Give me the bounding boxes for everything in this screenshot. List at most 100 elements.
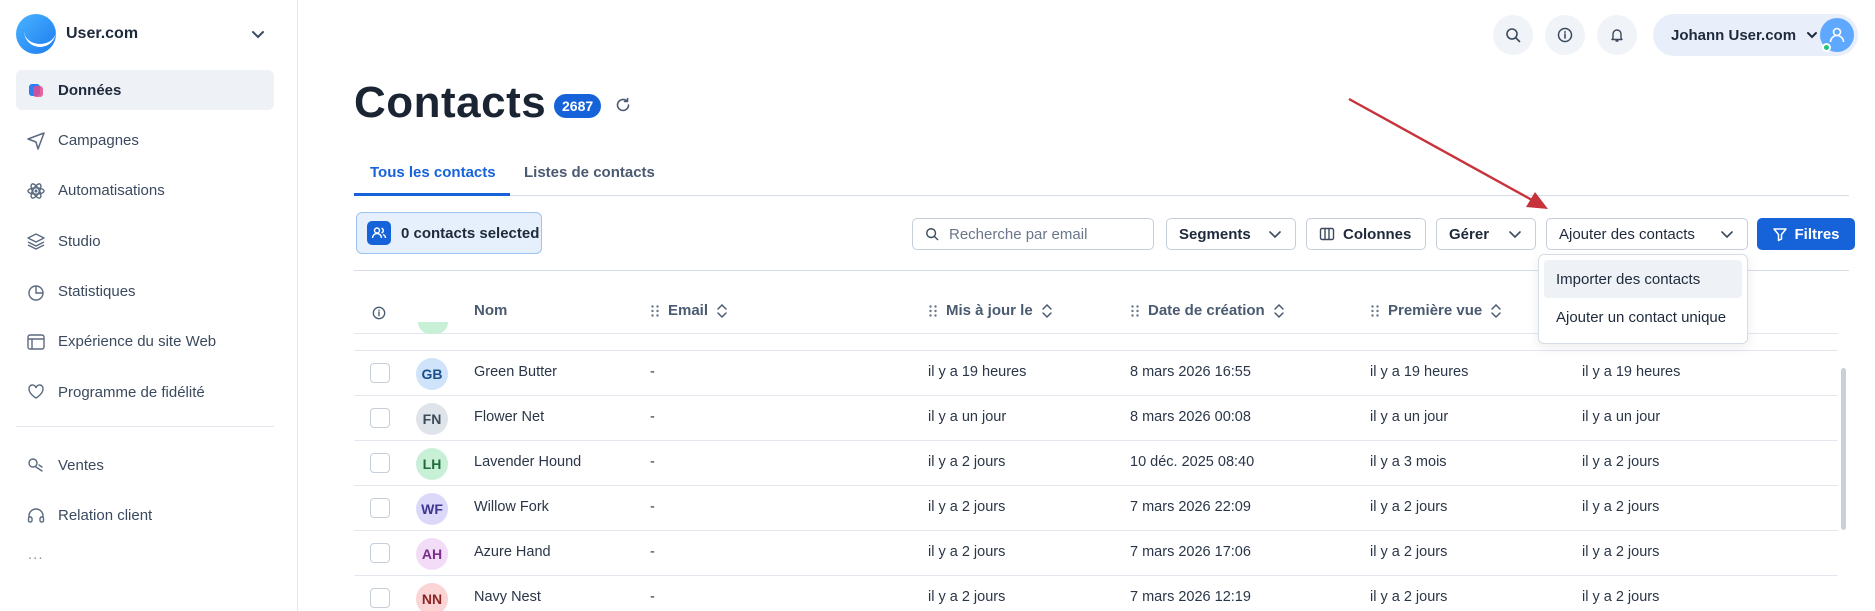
columns-button[interactable]: Colonnes	[1306, 218, 1426, 250]
contact-email: -	[650, 409, 655, 425]
row-checkbox[interactable]	[370, 588, 390, 608]
info-button[interactable]	[1545, 15, 1585, 55]
chevron-down-icon	[1721, 231, 1733, 239]
sidebar-item-campagnes[interactable]: Campagnes	[16, 120, 274, 160]
contact-created: 7 mars 2026 22:09	[1130, 499, 1251, 515]
sort-icon[interactable]	[1041, 303, 1053, 319]
contact-name[interactable]: Lavender Hound	[474, 454, 581, 470]
column-header-label: Email	[668, 302, 709, 319]
workspace-switcher[interactable]: User.com	[16, 14, 276, 54]
contact-email: -	[650, 589, 655, 605]
tab-listes-de-contacts[interactable]: Listes de contacts	[524, 164, 655, 181]
table-row[interactable]: GB Green Butter - il y a 19 heures 8 mar…	[354, 350, 1838, 395]
tab-tous-les-contacts[interactable]: Tous les contacts	[370, 164, 496, 181]
notifications-button[interactable]	[1597, 15, 1637, 55]
drag-handle-icon[interactable]	[1370, 304, 1380, 318]
user-menu[interactable]: Johann User.com	[1653, 14, 1858, 56]
column-header-created[interactable]: Date de création	[1130, 302, 1285, 319]
avatar[interactable]	[1820, 18, 1854, 52]
contact-email: -	[650, 544, 655, 560]
column-header-label: Date de création	[1148, 302, 1265, 319]
sidebar-item-studio[interactable]: Studio	[16, 221, 274, 261]
table-row[interactable]: NN Navy Nest - il y a 2 jours 7 mars 202…	[354, 575, 1838, 611]
column-header-name[interactable]: Nom	[474, 302, 507, 319]
contact-last-seen: il y a 2 jours	[1582, 499, 1660, 515]
sidebar-item-experience-site-web[interactable]: Expérience du site Web	[16, 322, 274, 362]
sidebar-item-programme-fidelite[interactable]: Programme de fidélité	[16, 372, 274, 412]
manage-dropdown[interactable]: Gérer	[1436, 218, 1536, 250]
row-checkbox[interactable]	[370, 408, 390, 428]
column-header-label: Première vue	[1388, 302, 1483, 319]
sidebar-item-automatisations[interactable]: Automatisations	[16, 171, 274, 211]
database-icon	[29, 84, 43, 97]
contact-name[interactable]: Azure Hand	[474, 544, 551, 560]
add-contacts-menu: Importer des contacts Ajouter un contact…	[1538, 254, 1748, 344]
contact-updated: il y a un jour	[928, 409, 1007, 425]
sidebar-more[interactable]: ...	[16, 546, 274, 563]
add-contacts-dropdown[interactable]: Ajouter des contacts	[1546, 218, 1748, 250]
contact-name[interactable]: Navy Nest	[474, 589, 541, 605]
contact-email: -	[650, 364, 655, 380]
contact-updated: il y a 19 heures	[928, 364, 1027, 380]
search-icon	[926, 228, 939, 241]
info-icon[interactable]	[372, 306, 386, 320]
email-search	[912, 218, 1154, 250]
sidebar-item-donnees[interactable]: Données	[16, 70, 274, 110]
sidebar-item-relation-client[interactable]: Relation client	[16, 496, 274, 536]
contacts-count-badge: 2687	[554, 94, 602, 118]
menu-item-add-single-contact[interactable]: Ajouter un contact unique	[1544, 298, 1742, 336]
online-status-dot	[1822, 43, 1831, 52]
sidebar-item-label: Relation client	[58, 507, 153, 525]
column-header-updated[interactable]: Mis à jour le	[928, 302, 1053, 319]
active-tab-indicator	[354, 193, 510, 196]
row-checkbox[interactable]	[370, 453, 390, 473]
pie-chart-icon	[28, 284, 44, 301]
table-row[interactable]: WF Willow Fork - il y a 2 jours 7 mars 2…	[354, 485, 1838, 530]
sort-icon[interactable]	[1273, 303, 1285, 319]
search-button[interactable]	[1493, 15, 1533, 55]
paper-plane-icon	[27, 132, 45, 151]
column-header-email[interactable]: Email	[650, 302, 728, 319]
search-input[interactable]	[949, 225, 1139, 243]
drag-handle-icon[interactable]	[650, 304, 660, 318]
sidebar-item-ventes[interactable]: Ventes	[16, 445, 274, 485]
users-icon	[367, 221, 391, 245]
drag-handle-icon[interactable]	[1130, 304, 1140, 318]
contact-created: 7 mars 2026 17:06	[1130, 544, 1251, 560]
chevron-down-icon[interactable]	[248, 24, 268, 44]
sort-icon[interactable]	[716, 303, 728, 319]
layers-icon	[27, 233, 45, 250]
contact-name[interactable]: Willow Fork	[474, 499, 549, 515]
filters-button[interactable]: Filtres	[1757, 218, 1855, 250]
contact-first-seen: il y a un jour	[1370, 409, 1449, 425]
contact-name[interactable]: Green Butter	[474, 364, 557, 380]
table-row[interactable]: LH Lavender Hound - il y a 2 jours 10 dé…	[354, 440, 1838, 485]
browser-window-icon	[27, 334, 45, 350]
drag-handle-icon[interactable]	[928, 304, 938, 318]
table-scrollbar[interactable]	[1841, 368, 1846, 530]
sort-icon[interactable]	[1490, 303, 1502, 319]
contact-name[interactable]: Flower Net	[474, 409, 544, 425]
segments-dropdown[interactable]: Segments	[1166, 218, 1296, 250]
menu-item-import-contacts[interactable]: Importer des contacts	[1544, 260, 1742, 298]
contact-created: 7 mars 2026 12:19	[1130, 589, 1251, 605]
table-row[interactable]: AH Azure Hand - il y a 2 jours 7 mars 20…	[354, 530, 1838, 575]
add-contacts-label: Ajouter des contacts	[1559, 225, 1695, 243]
selected-contacts-indicator[interactable]: 0 contacts selected	[356, 212, 542, 254]
row-checkbox[interactable]	[370, 363, 390, 383]
column-header-first-seen[interactable]: Première vue	[1370, 302, 1502, 319]
table-row[interactable]: FN Flower Net - il y a un jour 8 mars 20…	[354, 395, 1838, 440]
workspace-name: User.com	[66, 25, 139, 42]
chevron-down-icon	[1509, 231, 1521, 239]
row-checkbox[interactable]	[370, 498, 390, 518]
row-checkbox[interactable]	[370, 543, 390, 563]
sidebar-item-label: Statistiques	[58, 283, 136, 301]
contact-email: -	[650, 499, 655, 515]
headset-icon	[27, 508, 45, 523]
user-com-logo	[16, 14, 56, 54]
sidebar-item-statistiques[interactable]: Statistiques	[16, 272, 274, 312]
sidebar-item-label: Ventes	[58, 456, 104, 474]
contact-first-seen: il y a 19 heures	[1370, 364, 1469, 380]
refresh-icon[interactable]	[614, 96, 632, 114]
contact-first-seen: il y a 2 jours	[1370, 544, 1448, 560]
